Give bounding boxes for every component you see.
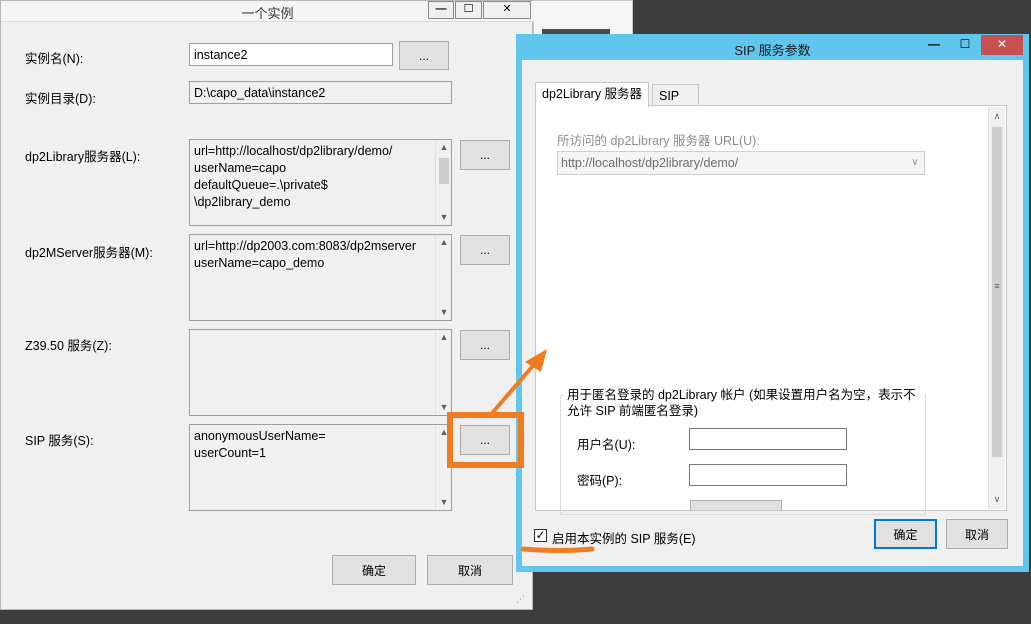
sip-browse-highlight-box bbox=[447, 412, 524, 468]
annotation-arrow-line bbox=[491, 358, 540, 414]
checkbox-underline-mark bbox=[520, 546, 595, 553]
tab-dp2library[interactable]: dp2Library 服务器 bbox=[535, 82, 650, 107]
annotation-overlay bbox=[447, 349, 595, 553]
